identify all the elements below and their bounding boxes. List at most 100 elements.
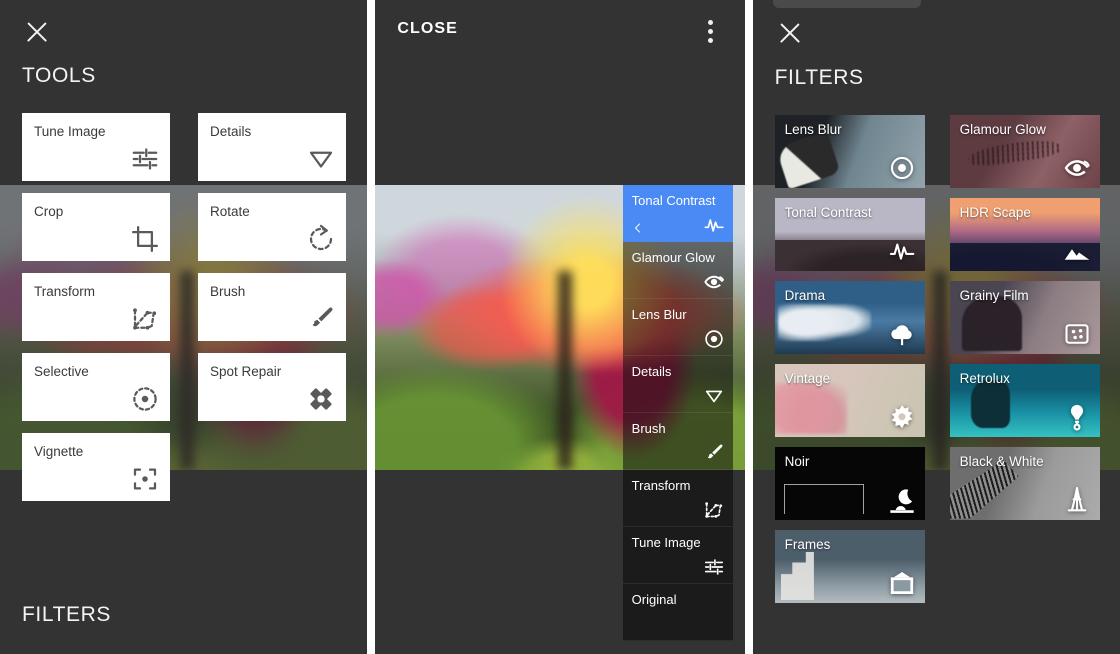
- tool-card-selective[interactable]: Selective: [22, 353, 170, 421]
- edit-step-lens-blur[interactable]: Lens Blur: [622, 299, 733, 356]
- waveform-icon: [888, 237, 916, 265]
- edit-step-label: Tune Image: [631, 535, 701, 550]
- selective-target-icon: [130, 384, 160, 414]
- page-title: TOOLS: [22, 64, 96, 87]
- grain-square-icon: [1063, 320, 1091, 348]
- frame-icon: [888, 569, 916, 597]
- tool-card-label: Transform: [34, 284, 96, 299]
- triangle-down-icon: [306, 144, 336, 174]
- top-pill-indicator: [772, 0, 921, 8]
- filter-card-vintage[interactable]: Vintage: [774, 364, 925, 437]
- bulb-icon: [1063, 403, 1091, 431]
- filters-panel: FILTERS Lens Blur Glamour Glow Tonal Contr…: [752, 0, 1120, 654]
- tool-card-label: Tune Image: [34, 124, 106, 139]
- transform-icon: [130, 304, 160, 334]
- filter-card-retrolux[interactable]: Retrolux: [949, 364, 1100, 437]
- edit-step-label: Brush: [631, 421, 666, 436]
- eye-icon: [1063, 154, 1091, 182]
- app-stage: TOOLS Tune Image Details Crop Rotate Transfo…: [0, 0, 1120, 654]
- chevron-left-icon[interactable]: [632, 221, 644, 235]
- tool-card-crop[interactable]: Crop: [22, 193, 170, 261]
- filter-card-black-white[interactable]: Black & White: [949, 447, 1100, 520]
- crop-icon: [130, 224, 160, 254]
- filter-card-label: Lens Blur: [784, 122, 842, 137]
- filter-card-tonal-contrast[interactable]: Tonal Contrast: [774, 198, 925, 271]
- tool-card-label: Brush: [210, 284, 246, 299]
- waveform-icon: [703, 214, 725, 236]
- close-icon[interactable]: [775, 18, 805, 48]
- edit-step-brush[interactable]: Brush: [622, 413, 733, 470]
- tool-card-rotate[interactable]: Rotate: [198, 193, 346, 261]
- vignette-icon: [130, 464, 160, 494]
- edit-step-transform[interactable]: Transform: [622, 470, 733, 527]
- panel-divider-right: [744, 0, 753, 654]
- filter-card-label: Grainy Film: [959, 288, 1029, 303]
- edit-step-label: Tonal Contrast: [631, 193, 716, 208]
- edit-step-label: Glamour Glow: [631, 250, 715, 265]
- filters-grid: Lens Blur Glamour Glow Tonal Contrast HDR S…: [774, 115, 1100, 603]
- transform-icon: [703, 499, 725, 521]
- edit-step-details[interactable]: Details: [622, 356, 733, 413]
- tool-card-label: Selective: [34, 364, 89, 379]
- filter-card-label: HDR Scape: [959, 205, 1031, 220]
- tools-panel: TOOLS Tune Image Details Crop Rotate Transfo…: [0, 0, 368, 654]
- filter-card-label: Frames: [784, 537, 831, 552]
- mountains-icon: [1063, 237, 1091, 265]
- filter-card-glamour-glow[interactable]: Glamour Glow: [949, 115, 1100, 188]
- filter-card-drama[interactable]: Drama: [774, 281, 925, 354]
- lens-dot-icon: [703, 328, 725, 350]
- gear-flower-icon: [888, 403, 916, 431]
- filter-card-label: Noir: [784, 454, 810, 469]
- filter-card-label: Black & White: [959, 454, 1044, 469]
- filter-card-label: Retrolux: [959, 371, 1010, 386]
- cloud-icon: [888, 320, 916, 348]
- eye-icon: [703, 271, 725, 293]
- sliders-icon: [130, 144, 160, 174]
- filter-card-label: Glamour Glow: [959, 122, 1046, 137]
- edit-step-label: Details: [631, 364, 672, 379]
- tool-card-label: Crop: [34, 204, 64, 219]
- filter-card-grainy-film[interactable]: Grainy Film: [949, 281, 1100, 354]
- lens-dot-icon: [888, 154, 916, 182]
- brush-icon: [306, 304, 336, 334]
- triangle-down-icon: [703, 385, 725, 407]
- eiffel-icon: [1063, 486, 1091, 514]
- three-dots-vertical-icon[interactable]: [701, 20, 721, 44]
- brush-icon: [703, 442, 725, 464]
- filter-card-lens-blur[interactable]: Lens Blur: [774, 115, 925, 188]
- tools-grid: Tune Image Details Crop Rotate Transform Brus…: [22, 113, 346, 501]
- edit-history-strip: Tonal Contrast Glamour Glow Lens Blur Detai…: [622, 185, 733, 641]
- edit-step-tune-image[interactable]: Tune Image: [622, 527, 733, 584]
- page-title: FILTERS: [774, 66, 864, 89]
- sliders-icon: [703, 556, 725, 578]
- tool-card-transform[interactable]: Transform: [22, 273, 170, 341]
- editor-panel: CLOSE Tonal Contrast Glamour Glow Lens Blu…: [375, 0, 745, 654]
- tool-card-label: Rotate: [210, 204, 250, 219]
- edit-step-glamour-glow[interactable]: Glamour Glow: [622, 242, 733, 299]
- tool-card-label: Vignette: [34, 444, 84, 459]
- tool-card-label: Spot Repair: [210, 364, 282, 379]
- edit-step-label: Transform: [631, 478, 691, 493]
- filter-card-noir[interactable]: Noir: [774, 447, 925, 520]
- tool-card-label: Details: [210, 124, 252, 139]
- tool-card-brush[interactable]: Brush: [198, 273, 346, 341]
- close-icon[interactable]: [22, 17, 52, 47]
- filter-card-label: Vintage: [784, 371, 831, 386]
- edit-step-label: Lens Blur: [631, 307, 687, 322]
- edit-step-original[interactable]: Original: [622, 584, 733, 641]
- filter-card-label: Drama: [784, 288, 826, 303]
- rotate-icon: [306, 224, 336, 254]
- edit-step-tonal-contrast[interactable]: Tonal Contrast: [622, 185, 733, 242]
- panel-divider-left: [367, 0, 376, 654]
- tool-card-vignette[interactable]: Vignette: [22, 433, 170, 501]
- moon-icon: [888, 486, 916, 514]
- filter-card-frames[interactable]: Frames: [774, 530, 925, 603]
- tool-card-spot-repair[interactable]: Spot Repair: [198, 353, 346, 421]
- tool-card-tune-image[interactable]: Tune Image: [22, 113, 170, 181]
- filter-card-hdr-scape[interactable]: HDR Scape: [949, 198, 1100, 271]
- edit-step-label: Original: [631, 592, 677, 607]
- filter-card-label: Tonal Contrast: [784, 205, 872, 220]
- tool-card-details[interactable]: Details: [198, 113, 346, 181]
- close-button[interactable]: CLOSE: [397, 20, 458, 38]
- orchid-stem: [557, 270, 572, 470]
